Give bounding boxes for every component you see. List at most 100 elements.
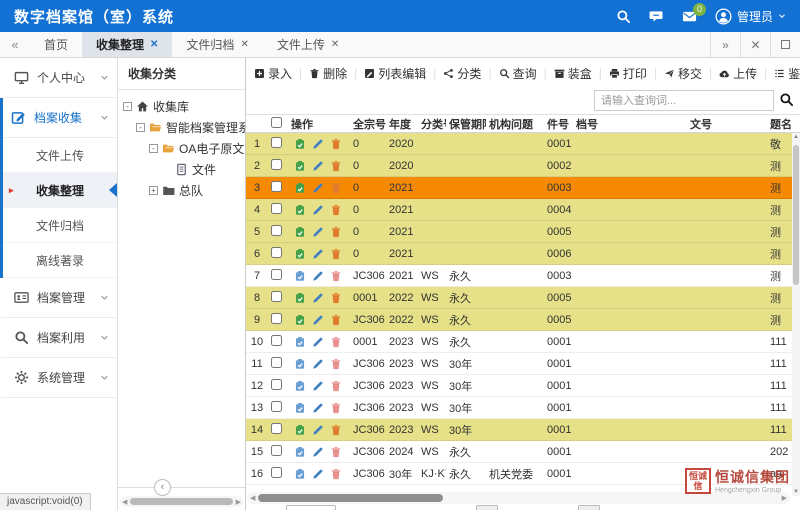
scrollbar-thumb[interactable] — [258, 494, 443, 502]
scroll-right-arrow-icon[interactable]: ▶ — [234, 498, 243, 506]
scroll-left-arrow-icon[interactable]: ◀ — [247, 494, 258, 502]
pencil-icon[interactable] — [312, 424, 324, 436]
table-row-2[interactable]: 2020200002测 — [246, 155, 800, 177]
table-row-4[interactable]: 4020210004测 — [246, 199, 800, 221]
toolbar-button-7[interactable]: 移交 — [662, 65, 704, 82]
trash-icon[interactable] — [330, 248, 342, 260]
tree-node[interactable]: 文件 — [118, 159, 245, 180]
trash-icon[interactable] — [330, 160, 342, 172]
row-checkbox[interactable] — [271, 181, 282, 192]
maximize-icon[interactable] — [770, 32, 800, 57]
sidebar-item-3[interactable]: 档案利用 — [0, 318, 117, 358]
toolbar-button-2[interactable]: 列表编辑 — [362, 65, 428, 82]
toolbar-button-0[interactable]: 录入 — [252, 65, 294, 82]
toolbar-button-5[interactable]: 装盒 — [552, 65, 594, 82]
search-icon[interactable] — [616, 9, 631, 24]
tree-node[interactable]: -收集库 — [118, 96, 245, 117]
pencil-icon[interactable] — [312, 248, 324, 260]
pencil-icon[interactable] — [312, 358, 324, 370]
sidebar-subitem[interactable]: 文件归档 — [3, 208, 117, 243]
pencil-icon[interactable] — [312, 160, 324, 172]
row-checkbox[interactable] — [271, 379, 282, 390]
clipboard-check-icon[interactable] — [294, 402, 306, 414]
trash-icon[interactable] — [330, 226, 342, 238]
table-row-15[interactable]: 15JC3062024WS永久0001202 — [246, 441, 800, 463]
mail-button[interactable]: 0 — [682, 9, 697, 24]
pencil-icon[interactable] — [312, 336, 324, 348]
trash-icon[interactable] — [330, 292, 342, 304]
tab-close-icon[interactable]: ✕ — [331, 39, 339, 50]
chat-icon[interactable] — [649, 9, 664, 24]
tree-toggle-collapse-icon[interactable]: - — [123, 102, 132, 111]
select-all-checkbox[interactable] — [271, 117, 282, 128]
pencil-icon[interactable] — [312, 402, 324, 414]
trash-icon[interactable] — [330, 380, 342, 392]
pencil-icon[interactable] — [312, 314, 324, 326]
clipboard-check-icon[interactable] — [294, 138, 306, 150]
sidebar-item-4[interactable]: 系统管理 — [0, 358, 117, 398]
clipboard-check-icon[interactable] — [294, 160, 306, 172]
table-row-13[interactable]: 13JC3062023WS30年0001111 — [246, 397, 800, 419]
pencil-icon[interactable] — [312, 204, 324, 216]
table-row-5[interactable]: 5020210005测 — [246, 221, 800, 243]
tab-3[interactable]: 文件归档✕ — [172, 32, 262, 57]
scrollbar-thumb[interactable] — [793, 145, 799, 285]
scroll-up-arrow-icon[interactable]: ▲ — [792, 134, 800, 140]
sidebar-item-2[interactable]: 档案管理 — [0, 278, 117, 318]
clipboard-check-icon[interactable] — [294, 424, 306, 436]
clipboard-check-icon[interactable] — [294, 468, 306, 480]
pencil-icon[interactable] — [312, 270, 324, 282]
row-checkbox[interactable] — [271, 247, 282, 258]
sidebar-subitem[interactable]: 文件上传 — [3, 138, 117, 173]
row-checkbox[interactable] — [271, 401, 282, 412]
vertical-scrollbar[interactable]: ▲ ▼ — [792, 133, 800, 496]
search-input[interactable] — [594, 90, 774, 111]
scroll-right-arrow-icon[interactable]: ▶ — [779, 494, 790, 502]
row-checkbox[interactable] — [271, 225, 282, 236]
row-checkbox[interactable] — [271, 137, 282, 148]
trash-icon[interactable] — [330, 446, 342, 458]
table-row-6[interactable]: 6020210006测 — [246, 243, 800, 265]
toolbar-button-6[interactable]: 打印 — [607, 65, 649, 82]
row-checkbox[interactable] — [271, 203, 282, 214]
user-menu[interactable]: 管理员 — [715, 8, 786, 25]
table-row-11[interactable]: 11JC3062023WS30年0001111 — [246, 353, 800, 375]
tree-toggle-expand-icon[interactable]: + — [149, 186, 158, 195]
table-row-14[interactable]: 14JC3062023WS30年0001111 — [246, 419, 800, 441]
clipboard-check-icon[interactable] — [294, 270, 306, 282]
tree-node[interactable]: -OA电子原文在线归档 — [118, 138, 245, 159]
table-row-1[interactable]: 1020200001敬 — [246, 133, 800, 155]
row-checkbox[interactable] — [271, 159, 282, 170]
pencil-icon[interactable] — [312, 380, 324, 392]
row-checkbox[interactable] — [271, 467, 282, 478]
tree-node[interactable]: +总队 — [118, 180, 245, 201]
tree-node[interactable]: -智能档案管理系统 — [118, 117, 245, 138]
search-button[interactable] — [776, 91, 796, 111]
row-checkbox[interactable] — [271, 357, 282, 368]
tab-close-icon[interactable]: ✕ — [240, 39, 248, 50]
tree-horizontal-scrollbar[interactable]: ◀ ▶ — [120, 496, 243, 507]
pencil-icon[interactable] — [312, 446, 324, 458]
sidebar-subitem[interactable]: 离线著录 — [3, 243, 117, 278]
toolbar-button-8[interactable]: 上传 — [717, 65, 759, 82]
clipboard-check-icon[interactable] — [294, 336, 306, 348]
trash-icon[interactable] — [330, 468, 342, 480]
toolbar-button-3[interactable]: 分类 — [441, 65, 483, 82]
clipboard-check-icon[interactable] — [294, 204, 306, 216]
clipboard-check-icon[interactable] — [294, 314, 306, 326]
tab-close-icon[interactable]: ✕ — [150, 39, 158, 50]
trash-icon[interactable] — [330, 424, 342, 436]
toolbar-button-9[interactable]: 鉴定 — [772, 65, 800, 82]
tabs-scroll-right-icon[interactable]: » — [710, 32, 740, 57]
trash-icon[interactable] — [330, 270, 342, 282]
row-checkbox[interactable] — [271, 269, 282, 280]
trash-icon[interactable] — [330, 182, 342, 194]
pencil-icon[interactable] — [312, 468, 324, 480]
toolbar-button-1[interactable]: 删除 — [307, 65, 349, 82]
tree-toggle-collapse-icon[interactable]: - — [149, 144, 158, 153]
trash-icon[interactable] — [330, 204, 342, 216]
clipboard-check-icon[interactable] — [294, 182, 306, 194]
sidebar-subitem[interactable]: ▸收集整理 — [3, 173, 117, 208]
toolbar-button-4[interactable]: 查询 — [497, 65, 539, 82]
sidebar-item-0[interactable]: 个人中心 — [0, 58, 117, 98]
